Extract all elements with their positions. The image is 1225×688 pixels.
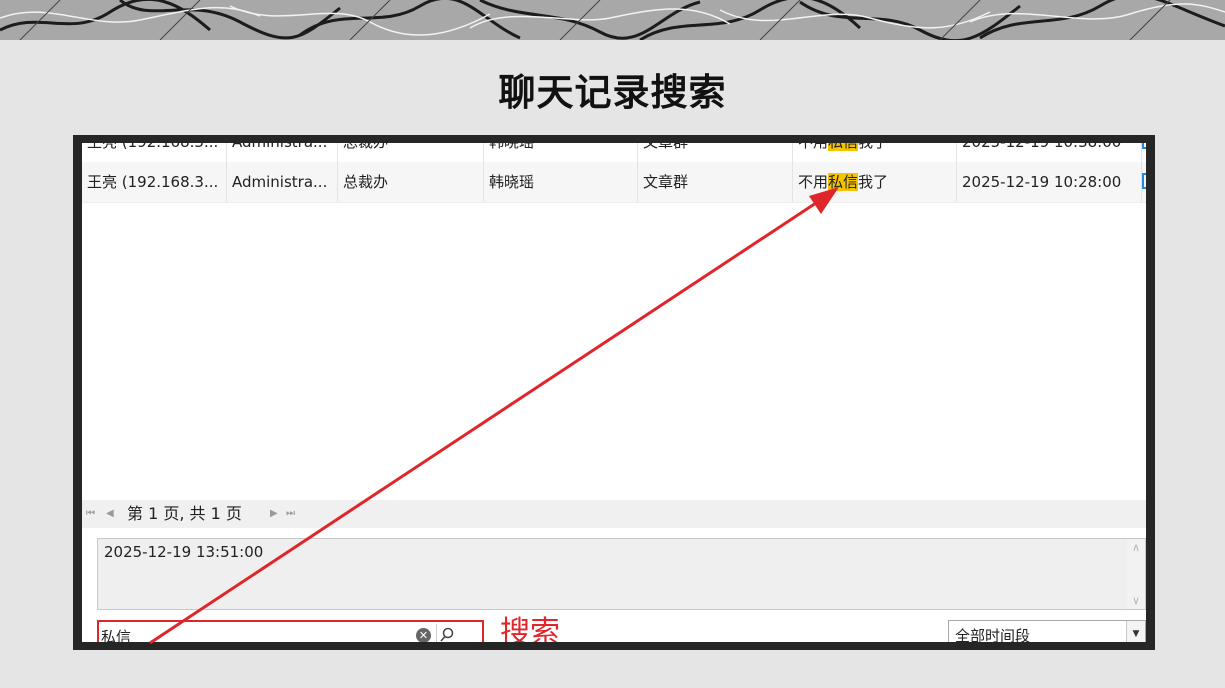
department-cell: 总裁办 xyxy=(338,162,484,202)
page-indicator: 第 1 页, 共 1 页 xyxy=(127,504,242,523)
time-range-select[interactable]: 全部时间段 ▼ xyxy=(948,620,1146,642)
table-row[interactable]: 王亮 (192.168.3... Administra... 总裁办 韩晓瑶 文… xyxy=(82,143,1146,163)
chat-bubble-icon[interactable] xyxy=(1142,173,1146,189)
search-annotation-label: 搜索 xyxy=(500,615,560,642)
slide: 聊天记录搜索 王亮 (192.168.3... Administra... 总裁… xyxy=(0,0,1225,688)
account-cell: Administra... xyxy=(227,143,338,162)
search-button[interactable] xyxy=(436,624,457,642)
sender-cell: 王亮 (192.168.3... xyxy=(82,143,227,162)
search-field[interactable]: ✕ xyxy=(97,620,484,642)
time-cell: 2025-12-19 10:38:00 xyxy=(957,143,1142,162)
decorative-banner xyxy=(0,0,1225,40)
pagination-bar: ⏮ ◀ 第 1 页, 共 1 页 ▶ ⏭ xyxy=(82,500,1146,528)
department-cell: 总裁办 xyxy=(338,143,484,162)
message-detail-box[interactable]: 2025-12-19 13:51:00 ∧ ∨ xyxy=(97,538,1146,610)
search-input[interactable] xyxy=(101,625,401,642)
chevron-down-icon[interactable]: ▼ xyxy=(1126,621,1145,642)
message-action-cell[interactable] xyxy=(1142,143,1146,162)
message-cell: 不用私信我了 xyxy=(793,162,957,202)
scroll-down-icon[interactable]: ∨ xyxy=(1127,594,1145,607)
time-range-value: 全部时间段 xyxy=(955,627,1031,642)
message-text-before: 不用 xyxy=(798,143,828,151)
prev-page-icon[interactable]: ◀ xyxy=(106,500,114,528)
detail-scrollbar[interactable]: ∧ ∨ xyxy=(1127,539,1145,609)
last-page-icon[interactable]: ⏭ xyxy=(286,500,295,528)
message-action-cell[interactable] xyxy=(1142,162,1146,202)
scroll-up-icon[interactable]: ∧ xyxy=(1127,541,1145,554)
detail-timestamp: 2025-12-19 13:51:00 xyxy=(104,543,264,561)
time-cell: 2025-12-19 10:28:00 xyxy=(957,162,1142,202)
group-cell: 文章群 xyxy=(638,162,793,202)
chat-record-table: 王亮 (192.168.3... Administra... 总裁办 韩晓瑶 文… xyxy=(82,143,1146,498)
sender-cell: 王亮 (192.168.3... xyxy=(82,162,227,202)
keyword-highlight: 私信 xyxy=(828,143,859,151)
table-row[interactable]: 王亮 (192.168.3... Administra... 总裁办 韩晓瑶 文… xyxy=(82,162,1146,203)
receiver-cell: 韩晓瑶 xyxy=(484,162,638,202)
page-title: 聊天记录搜索 xyxy=(498,70,727,114)
chat-bubble-icon[interactable] xyxy=(1142,143,1146,149)
keyword-highlight: 私信 xyxy=(828,173,859,191)
next-page-icon[interactable]: ▶ xyxy=(270,500,278,528)
message-text-after: 我了 xyxy=(858,173,889,191)
banner-texture-image xyxy=(0,0,1225,40)
message-text-after: 我了 xyxy=(858,143,888,151)
message-text-before: 不用 xyxy=(798,173,829,191)
clear-icon[interactable]: ✕ xyxy=(416,628,431,642)
first-page-icon[interactable]: ⏮ xyxy=(86,500,95,528)
receiver-cell: 韩晓瑶 xyxy=(484,143,638,162)
chat-search-window: 王亮 (192.168.3... Administra... 总裁办 韩晓瑶 文… xyxy=(82,143,1146,642)
screenshot-frame: 王亮 (192.168.3... Administra... 总裁办 韩晓瑶 文… xyxy=(73,135,1155,650)
group-cell: 文章群 xyxy=(638,143,793,162)
search-icon xyxy=(440,627,454,642)
message-cell: 不用私信我了 xyxy=(793,143,957,162)
account-cell: Administra... xyxy=(227,162,338,202)
